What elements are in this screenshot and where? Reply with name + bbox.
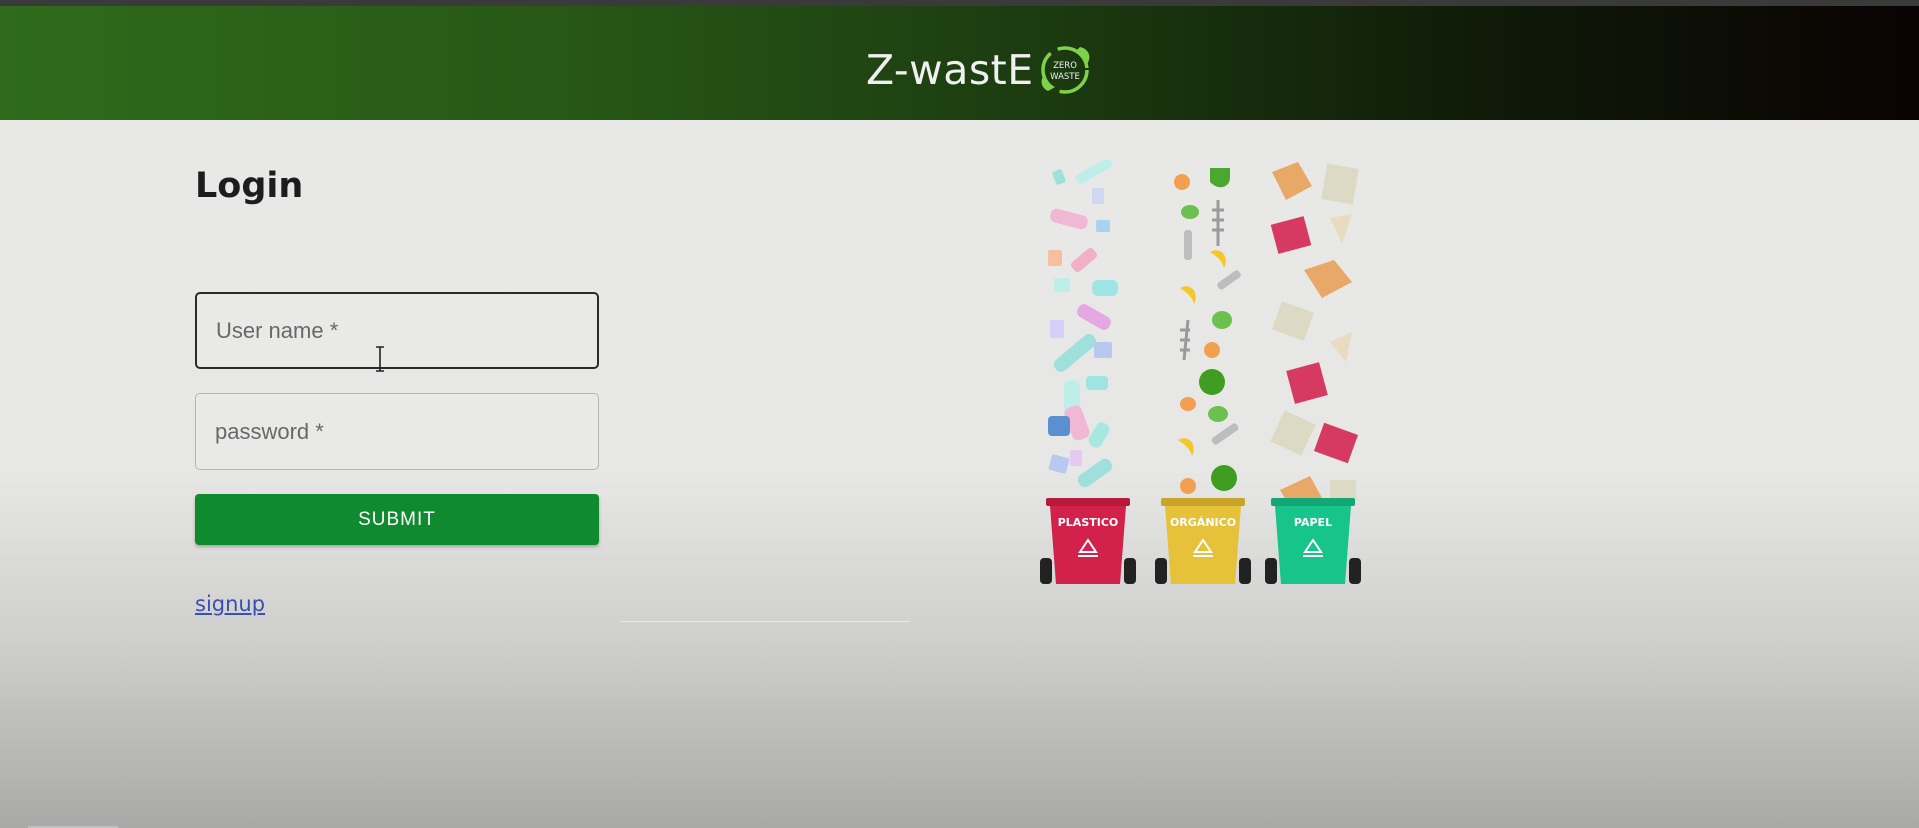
signup-link[interactable]: signup xyxy=(195,592,265,616)
logo-badge-line1: ZERO xyxy=(1053,61,1077,71)
password-field[interactable] xyxy=(195,393,599,470)
bin-label-plastico: PLASTICO xyxy=(1058,516,1119,529)
bin-label-organico: ORGÁNICO xyxy=(1170,516,1236,529)
organic-waste-items xyxy=(1174,168,1241,494)
submit-button[interactable]: SUBMIT xyxy=(195,494,599,545)
plastic-waste-items xyxy=(1048,160,1118,488)
divider xyxy=(620,621,910,622)
brand-title: Z-wastE xyxy=(866,45,1034,94)
brand[interactable]: Z-wastE ZERO WASTE xyxy=(866,40,1094,100)
recycle-leaf-logo-icon: ZERO WASTE xyxy=(1040,46,1090,94)
logo-badge-line2: WASTE xyxy=(1050,72,1080,82)
app-header: Z-wastE ZERO WASTE xyxy=(0,6,1919,120)
username-input[interactable] xyxy=(197,294,597,367)
recycling-bins-illustration: PLASTICO ORGÁNICO PAPEL xyxy=(1040,160,1361,584)
page-title: Login xyxy=(195,166,304,206)
bin-label-papel: PAPEL xyxy=(1294,516,1332,529)
bin-plastico: PLASTICO xyxy=(1040,498,1136,584)
username-field[interactable] xyxy=(195,292,599,369)
password-input[interactable] xyxy=(196,394,598,469)
paper-waste-items xyxy=(1270,162,1359,510)
text-cursor-icon xyxy=(376,346,384,372)
bin-organico: ORGÁNICO xyxy=(1155,498,1251,584)
bin-papel: PAPEL xyxy=(1265,498,1361,584)
